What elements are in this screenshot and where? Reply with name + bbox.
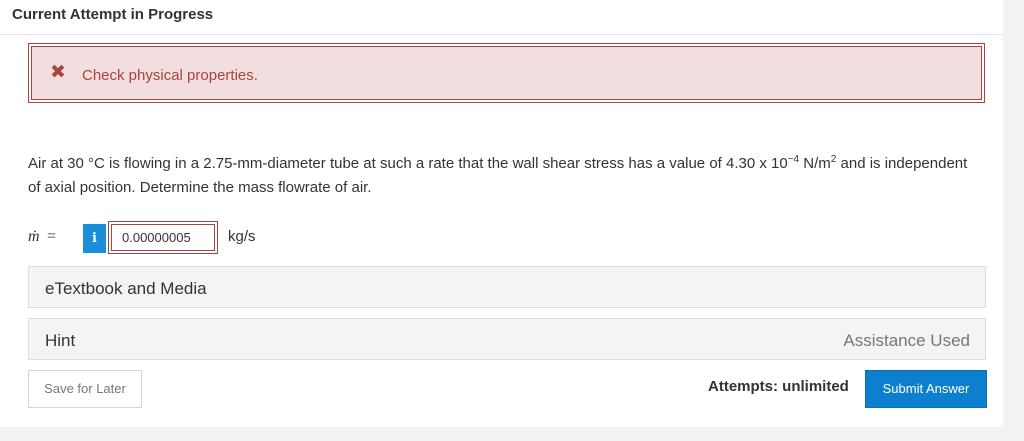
page-title: Current Attempt in Progress [12,6,214,23]
panel-header: Current Attempt in Progress [0,0,1003,35]
answer-unit: kg/s [228,228,256,245]
close-x-icon: ✖ [50,62,66,83]
mass-flowrate-symbol: ṁ [28,228,40,245]
info-icon[interactable]: i [83,224,106,253]
question-text: Air at 30 °C is flowing in a 2.75-mm-dia… [28,152,968,200]
hint-section[interactable]: Hint Assistance Used [28,318,986,360]
hint-status: Assistance Used [843,331,970,350]
answer-field-wrapper [108,221,218,254]
question-text-part2: N/m [799,155,831,172]
save-for-later-button[interactable]: Save for Later [28,370,142,408]
error-alert-body: ✖ Check physical properties. [31,46,982,100]
submit-answer-button[interactable]: Submit Answer [865,370,987,408]
attempts-count: Attempts: unlimited [708,378,849,395]
error-alert: ✖ Check physical properties. [28,43,985,103]
alert-message: Check physical properties. [82,67,258,84]
question-text-part1: Air at 30 °C is flowing in a 2.75-mm-dia… [28,155,788,172]
question-exponent: −4 [787,154,800,165]
equals-sign: = [47,228,57,245]
hint-label: Hint [45,331,76,350]
etextbook-media-label: eTextbook and Media [45,279,207,298]
etextbook-media-section[interactable]: eTextbook and Media [28,266,986,308]
answer-input[interactable] [111,224,215,251]
question-panel: Current Attempt in Progress ✖ Check phys… [0,0,1003,427]
